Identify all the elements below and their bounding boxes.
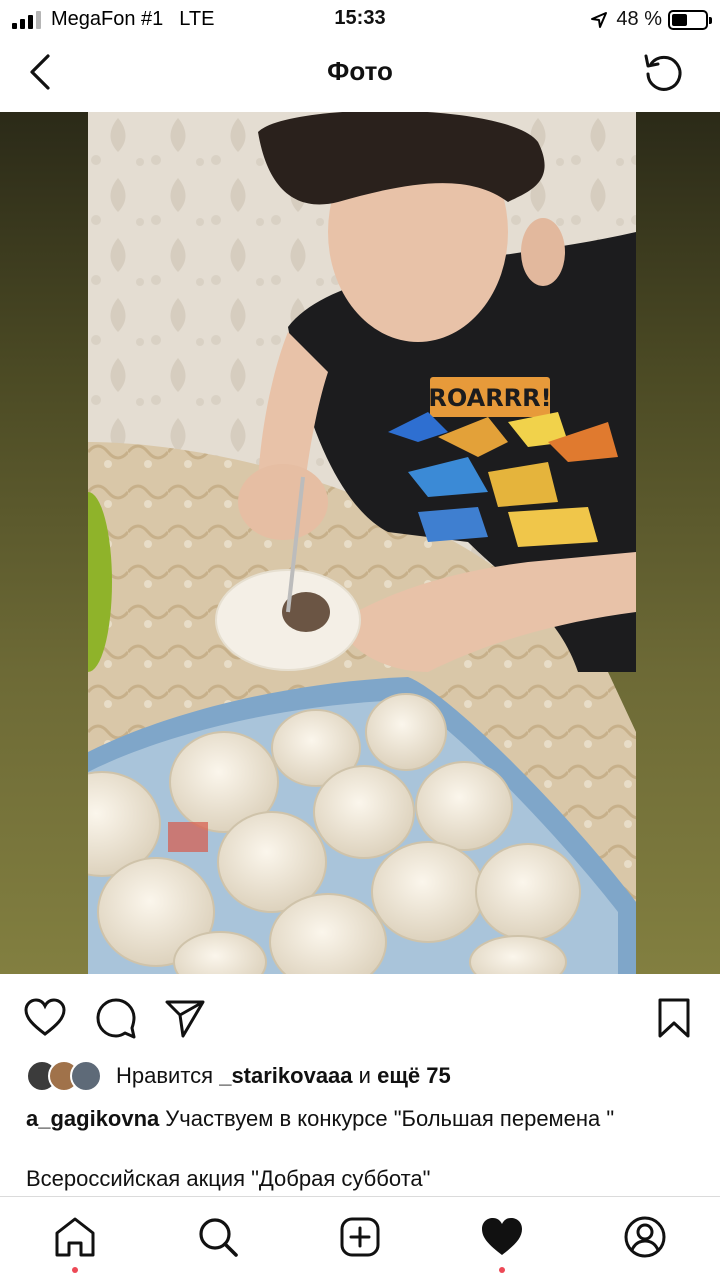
tab-bar	[0, 1197, 720, 1280]
heart-outline-icon[interactable]	[23, 996, 67, 1040]
likes-user[interactable]: _starikovaaa	[219, 1063, 352, 1088]
activity-notification-dot	[499, 1267, 505, 1273]
status-bar: MegaFon #1 LTE 15:33 48 %	[0, 0, 720, 38]
comment-icon[interactable]	[94, 996, 138, 1040]
home-notification-dot	[72, 1267, 78, 1273]
plus-square-icon[interactable]	[338, 1215, 382, 1259]
location-arrow-icon	[591, 11, 608, 28]
caption-username[interactable]: a_gagikovna	[26, 1106, 159, 1131]
battery-icon	[668, 9, 712, 30]
likes-row[interactable]: Нравится _starikovaaa и ещё 75	[26, 1058, 451, 1094]
likes-prefix: Нравится	[116, 1063, 214, 1088]
svg-text:ROARRR!: ROARRR!	[428, 384, 551, 412]
page-title: Фото	[327, 56, 393, 86]
heart-filled-icon[interactable]	[480, 1215, 524, 1259]
home-icon[interactable]	[53, 1215, 97, 1259]
post-actions	[0, 994, 720, 1044]
battery-percent: 48 %	[616, 8, 662, 30]
refresh-button[interactable]	[642, 50, 686, 94]
post-photo[interactable]: ROARRR!	[88, 112, 636, 974]
send-icon[interactable]	[163, 996, 207, 1040]
profile-icon[interactable]	[623, 1215, 667, 1259]
post-caption: a_gagikovna Участвуем в конкурсе "Большая…	[26, 1104, 696, 1133]
caption-text: Участвуем в конкурсе "Большая перемена "	[165, 1106, 615, 1131]
likes-more[interactable]: ещё 75	[377, 1063, 451, 1088]
likes-connector: и	[358, 1063, 371, 1088]
likes-text: Нравится _starikovaaa и ещё 75	[116, 1063, 451, 1089]
nav-header: Фото	[0, 38, 720, 112]
caption-line-2: Всероссийская акция "Добрая суббота"	[26, 1166, 431, 1191]
search-icon[interactable]	[196, 1215, 240, 1259]
photo-container: ROARRR!	[0, 112, 720, 974]
avatar	[70, 1060, 102, 1092]
status-right: 48 %	[590, 8, 712, 31]
bookmark-icon[interactable]	[652, 996, 696, 1040]
liker-avatars	[26, 1060, 102, 1092]
